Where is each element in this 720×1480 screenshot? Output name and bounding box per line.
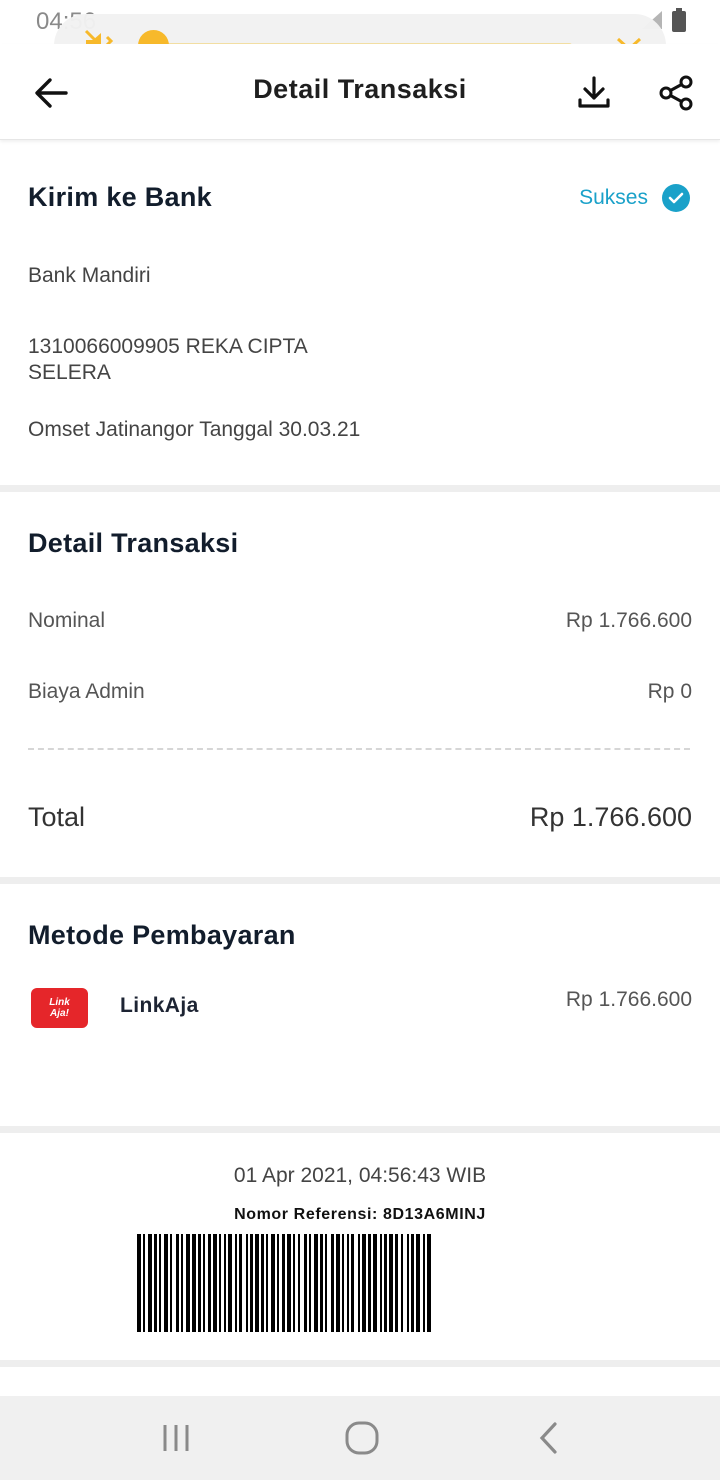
barcode-bar bbox=[427, 1234, 431, 1332]
linkaja-logo-text-2: Aja! bbox=[50, 1008, 69, 1019]
nominal-value: Rp 1.766.600 bbox=[565, 609, 692, 632]
barcode-bar bbox=[373, 1234, 377, 1332]
barcode-bar bbox=[336, 1234, 340, 1332]
admin-fee-label: Biaya Admin bbox=[28, 680, 145, 703]
barcode-bar bbox=[358, 1234, 360, 1332]
barcode-bar bbox=[255, 1234, 259, 1332]
section-divider bbox=[0, 1126, 720, 1133]
section-divider bbox=[0, 1360, 720, 1367]
barcode-bar bbox=[271, 1234, 275, 1332]
barcode-bar bbox=[342, 1234, 344, 1332]
barcode-bar bbox=[395, 1234, 398, 1332]
barcode-bar bbox=[219, 1234, 221, 1332]
barcode-bar bbox=[384, 1234, 387, 1332]
barcode-bar bbox=[228, 1234, 232, 1332]
barcode-bar bbox=[224, 1234, 226, 1332]
barcode-bar bbox=[208, 1234, 211, 1332]
check-circle-icon bbox=[662, 184, 690, 212]
barcode-bar bbox=[423, 1234, 425, 1332]
barcode-bar bbox=[331, 1234, 334, 1332]
barcode-bar bbox=[368, 1234, 371, 1332]
barcode-bar bbox=[266, 1234, 268, 1332]
payment-amount: Rp 1.766.600 bbox=[565, 988, 692, 1011]
barcode-bar bbox=[380, 1234, 382, 1332]
barcode-bar bbox=[261, 1234, 264, 1332]
reference-number: Nomor Referensi: 8D13A6MINJ bbox=[234, 1206, 486, 1223]
status-badge: Sukses bbox=[579, 184, 690, 212]
system-nav-bar bbox=[0, 1396, 720, 1480]
linkaja-logo-text-1: Link bbox=[49, 997, 70, 1008]
status-label: Sukses bbox=[579, 186, 648, 209]
barcode-bar bbox=[246, 1234, 248, 1332]
dashed-divider bbox=[28, 748, 690, 750]
home-button[interactable] bbox=[340, 1416, 384, 1460]
recent-apps-button[interactable] bbox=[154, 1416, 198, 1460]
recent-apps-icon bbox=[163, 1425, 189, 1451]
barcode-bar bbox=[407, 1234, 409, 1332]
page-title: Detail Transaksi bbox=[253, 74, 467, 104]
barcode-bar bbox=[298, 1234, 300, 1332]
barcode-bar bbox=[282, 1234, 285, 1332]
account-line-2: SELERA bbox=[28, 361, 111, 384]
barcode-bar bbox=[389, 1234, 393, 1332]
barcode-bar bbox=[250, 1234, 253, 1332]
barcode-bar bbox=[325, 1234, 327, 1332]
details-title: Detail Transaksi bbox=[28, 528, 239, 558]
barcode-bar bbox=[235, 1234, 237, 1332]
barcode-bar bbox=[154, 1234, 157, 1332]
barcode-bar bbox=[347, 1234, 349, 1332]
barcode bbox=[137, 1234, 431, 1332]
barcode-bar bbox=[314, 1234, 318, 1332]
barcode-bar bbox=[401, 1234, 403, 1332]
app-bar: Detail Transaksi bbox=[0, 44, 720, 140]
barcode-bar bbox=[239, 1234, 242, 1332]
barcode-bar bbox=[293, 1234, 295, 1332]
admin-fee-value: Rp 0 bbox=[647, 680, 692, 703]
download-icon[interactable] bbox=[576, 74, 612, 112]
payment-title: Metode Pembayaran bbox=[28, 920, 296, 950]
barcode-bar bbox=[148, 1234, 152, 1332]
barcode-bar bbox=[213, 1234, 217, 1332]
barcode-bar bbox=[362, 1234, 366, 1332]
transaction-datetime: 01 Apr 2021, 04:56:43 WIB bbox=[233, 1164, 487, 1187]
barcode-bar bbox=[203, 1234, 205, 1332]
barcode-bar bbox=[416, 1234, 420, 1332]
barcode-bar bbox=[320, 1234, 323, 1332]
barcode-bar bbox=[137, 1234, 141, 1332]
barcode-bar bbox=[192, 1234, 196, 1332]
nominal-label: Nominal bbox=[28, 609, 106, 632]
transfer-title: Kirim ke Bank bbox=[28, 182, 212, 212]
linkaja-logo: Link Aja! bbox=[31, 988, 88, 1028]
barcode-bar bbox=[411, 1234, 414, 1332]
barcode-bar bbox=[181, 1234, 183, 1332]
barcode-bar bbox=[164, 1234, 168, 1332]
bank-name: Bank Mandiri bbox=[28, 264, 151, 287]
barcode-bar bbox=[170, 1234, 172, 1332]
section-divider bbox=[0, 485, 720, 492]
barcode-bar bbox=[287, 1234, 291, 1332]
barcode-bar bbox=[351, 1234, 354, 1332]
back-chevron-icon bbox=[539, 1422, 557, 1454]
battery-icon bbox=[672, 8, 686, 32]
barcode-bar bbox=[309, 1234, 311, 1332]
barcode-bar bbox=[277, 1234, 279, 1332]
section-divider bbox=[0, 877, 720, 884]
barcode-bar bbox=[304, 1234, 307, 1332]
share-icon[interactable] bbox=[658, 74, 694, 112]
barcode-bar bbox=[198, 1234, 201, 1332]
barcode-bar bbox=[143, 1234, 145, 1332]
total-label: Total bbox=[28, 802, 86, 832]
barcode-bar bbox=[186, 1234, 190, 1332]
barcode-bar bbox=[159, 1234, 161, 1332]
home-icon bbox=[345, 1421, 379, 1455]
back-button[interactable] bbox=[526, 1416, 570, 1460]
payment-method-name: LinkAja bbox=[120, 994, 199, 1017]
total-value: Rp 1.766.600 bbox=[529, 802, 692, 832]
transfer-note: Omset Jatinangor Tanggal 30.03.21 bbox=[28, 418, 361, 441]
account-line-1: 1310066009905 REKA CIPTA bbox=[28, 335, 308, 358]
barcode-bar bbox=[176, 1234, 179, 1332]
